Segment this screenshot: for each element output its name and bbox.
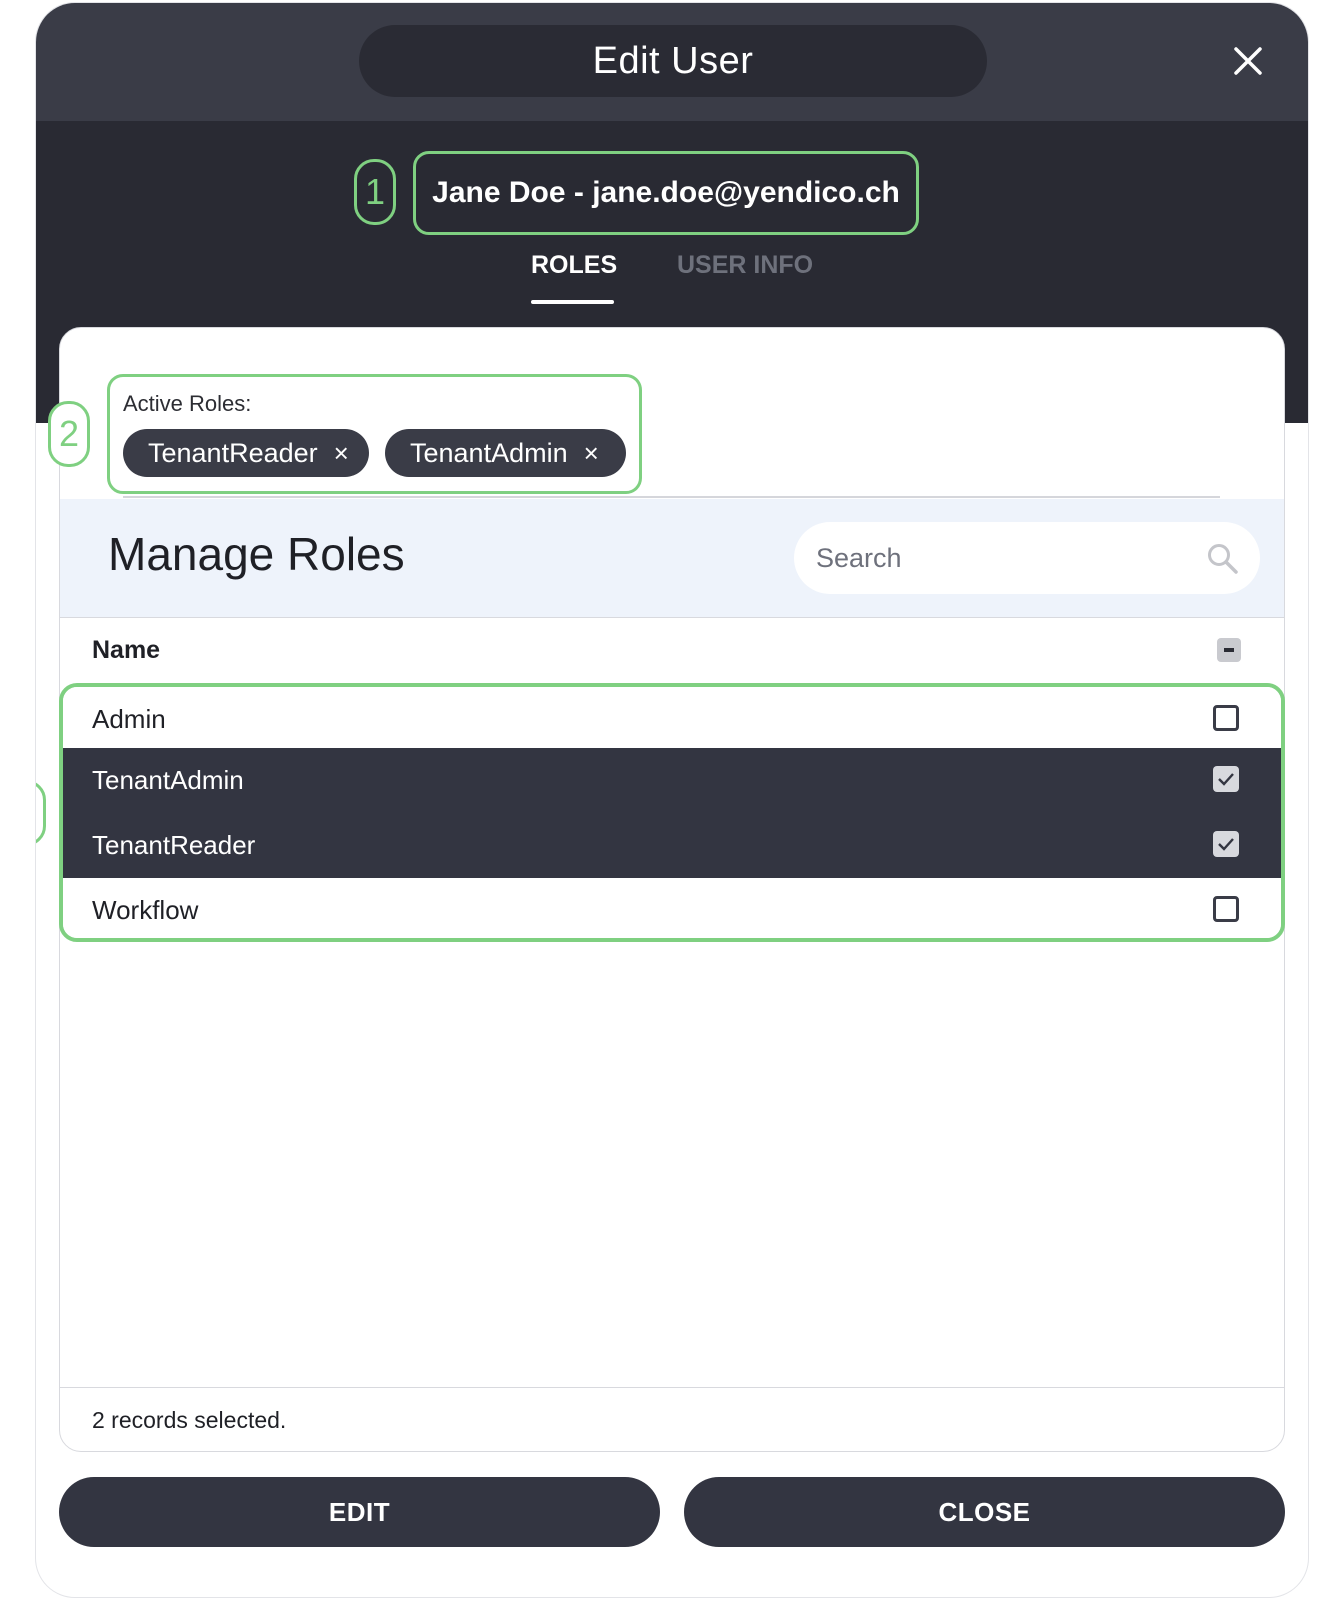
check-icon [1218,838,1234,851]
chip-label: TenantReader [148,437,318,468]
chip-remove-icon[interactable]: × [584,440,599,466]
edit-button[interactable]: EDIT [59,1477,660,1547]
dialog-title: Edit User [359,25,987,97]
chip-label: TenantAdmin [410,437,568,468]
table-row[interactable]: Workflow [63,878,1281,938]
active-roles-label: Active Roles: [123,391,252,416]
search-box [794,522,1260,594]
row-checkbox[interactable] [1213,896,1239,922]
edit-user-dialog: Edit User 1 Jane Doe - jane.doe@yendico.… [35,2,1309,1598]
manage-roles-title: Manage Roles [108,528,405,580]
table-row[interactable]: TenantReader [63,813,1281,878]
role-name: TenantAdmin [92,765,244,795]
chips-divider [123,496,1220,498]
selection-status: 2 records selected. [92,1407,287,1433]
tab-user-info[interactable]: USER INFO [677,251,813,280]
role-chip-tenantadmin: TenantAdmin × [385,429,626,477]
role-name: Workflow [92,895,199,925]
callout-3: 3 [36,780,46,846]
check-icon [1218,773,1234,786]
roles-list-highlight: Admin TenantAdmin TenantReader Workflow [59,683,1285,942]
close-icon[interactable] [1228,41,1268,81]
search-input[interactable] [816,538,1196,578]
column-header-name[interactable]: Name [92,636,160,665]
callout-2: 2 [48,401,90,467]
table-header-row [60,617,1284,683]
chip-remove-icon[interactable]: × [334,440,349,466]
close-button[interactable]: CLOSE [684,1477,1285,1547]
callout-1: 1 [354,159,396,225]
tab-roles[interactable]: ROLES [531,251,617,280]
role-name: TenantReader [92,830,256,860]
table-row[interactable]: TenantAdmin [63,748,1281,813]
row-checkbox[interactable] [1213,705,1239,731]
row-checkbox[interactable] [1213,766,1239,792]
role-name: Admin [92,704,166,734]
table-footer-divider [60,1387,1284,1388]
table-row[interactable]: Admin [63,687,1281,752]
dialog-header: Edit User [36,3,1308,121]
row-checkbox[interactable] [1213,831,1239,857]
search-icon[interactable] [1206,542,1240,576]
role-chip-tenantreader: TenantReader × [123,429,369,477]
select-all-checkbox[interactable] [1217,638,1241,662]
user-name-email: Jane Doe - jane.doe@yendico.ch [413,151,919,235]
active-tab-indicator [531,300,614,304]
